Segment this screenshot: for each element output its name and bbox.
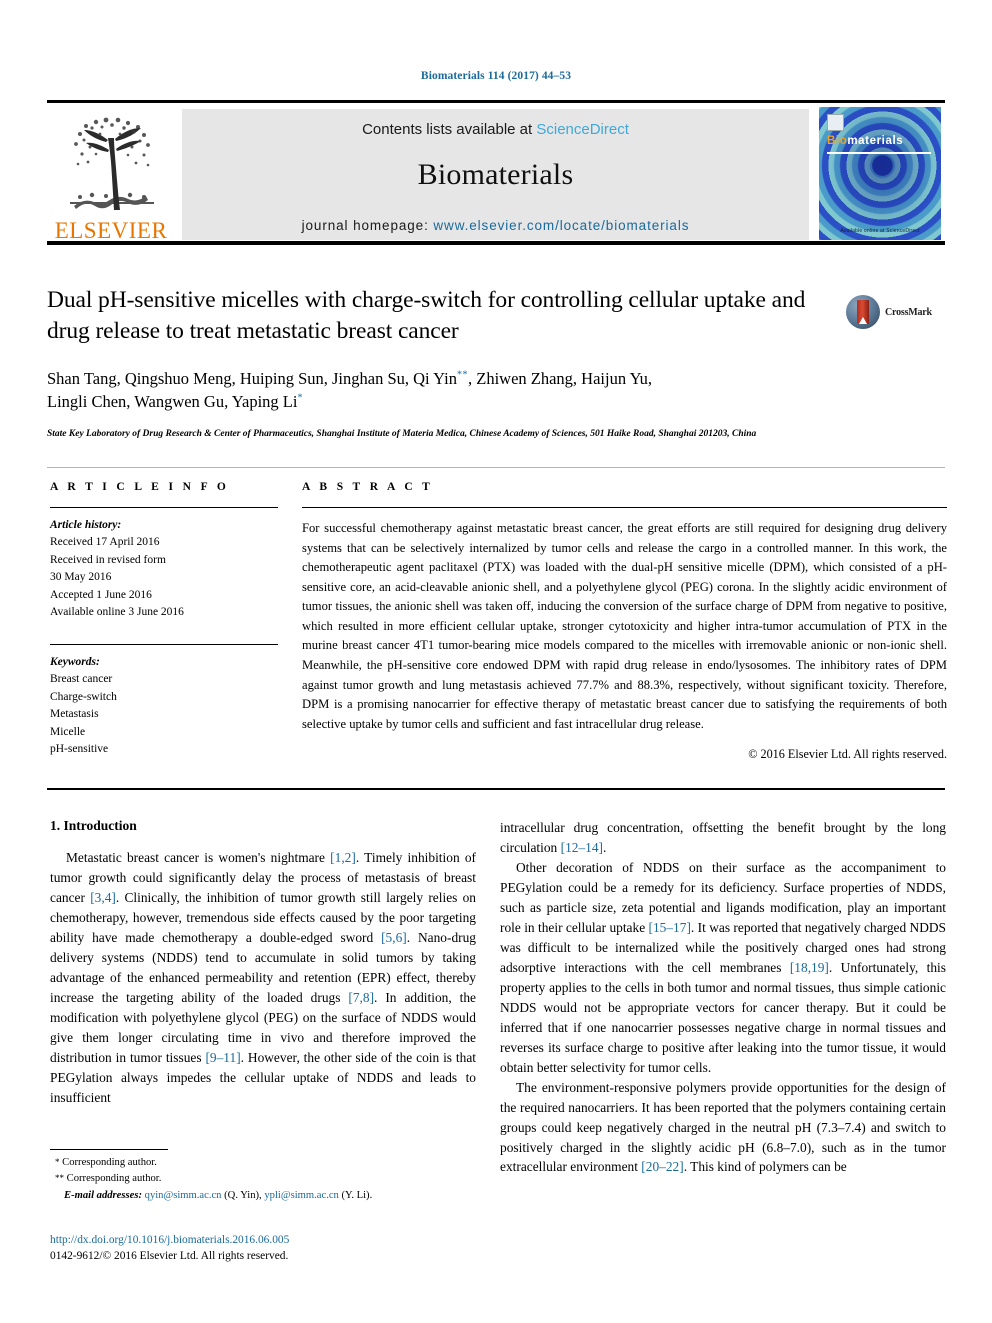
email-label: E-mail addresses: [64, 1189, 142, 1201]
elsevier-wordmark: ELSEVIER [54, 218, 168, 243]
footnote-block: * Corresponding author. ** Corresponding… [50, 1155, 476, 1204]
corresponding-text-1: Corresponding author. [62, 1157, 157, 1168]
doi-block: http://dx.doi.org/10.1016/j.biomaterials… [50, 1232, 476, 1264]
sciencedirect-link[interactable]: ScienceDirect [536, 121, 629, 138]
citation-ref[interactable]: [20–22] [641, 1159, 683, 1174]
article-info-rule [50, 507, 278, 508]
article-info-heading: A R T I C L E I N F O [50, 481, 230, 493]
keyword-0: Breast cancer [50, 673, 113, 686]
authors-line-1: Shan Tang, Qingshuo Meng, Huiping Sun, J… [47, 368, 457, 388]
intro-paragraph-right-3: The environment-responsive polymers prov… [500, 1079, 946, 1175]
history-item-1: Received in revised form [50, 553, 166, 566]
keywords-group: Keywords: Breast cancer Charge-switch Me… [50, 654, 278, 759]
email-owner-2: (Y. Li). [341, 1189, 373, 1201]
corresponding-mark-1: * [55, 1157, 60, 1167]
email-link-2[interactable]: ypli@simm.ac.cn [264, 1190, 338, 1201]
elsevier-tree-icon [56, 114, 166, 218]
journal-homepage-line: journal homepage: www.elsevier.com/locat… [302, 218, 690, 233]
intro-paragraph-right-2: Other decoration of NDDS on their surfac… [500, 859, 946, 1075]
authors-line-2: Lingli Chen, Wangwen Gu, Yaping Li [47, 391, 298, 411]
citation-ref[interactable]: [12–14] [561, 840, 603, 855]
keyword-3: Micelle [50, 725, 86, 738]
citation-ref[interactable]: [7,8] [348, 990, 374, 1005]
article-page: Biomaterials 114 (2017) 44–53 ELSEVIER C… [0, 0, 992, 1323]
author-affil-mark-1[interactable]: * [297, 392, 303, 403]
title-block: Dual pH-sensitive micelles with charge-s… [47, 285, 827, 442]
elsevier-logo: ELSEVIER [47, 106, 175, 242]
citation-ref[interactable]: [9–11] [205, 1050, 240, 1065]
journal-cover-thumbnail: Biomaterials Available online at Science… [819, 107, 941, 240]
email-link-1[interactable]: qyin@simm.ac.cn [145, 1190, 222, 1201]
abstract-text: For successful chemotherapy against meta… [302, 521, 947, 731]
history-item-0: Received 17 April 2016 [50, 536, 160, 549]
citation-ref[interactable]: [1,2] [330, 850, 356, 865]
article-history-label: Article history: [50, 519, 122, 531]
corresponding-author-1: * Corresponding author. [50, 1155, 476, 1171]
contents-prefix: Contents lists available at [362, 121, 537, 138]
authors-line-1b: , Zhiwen Zhang, Haijun Yu, [468, 368, 653, 388]
email-addresses-line: E-mail addresses: qyin@simm.ac.cn (Q. Yi… [50, 1188, 476, 1204]
keyword-2: Metastasis [50, 708, 99, 721]
keyword-4: pH-sensitive [50, 743, 109, 756]
crossmark-badge[interactable]: CrossMark [846, 291, 946, 333]
society-logo-icon [827, 114, 844, 131]
contents-line: Contents lists available at ScienceDirec… [362, 121, 629, 138]
author-affil-mark-2[interactable]: ** [457, 369, 468, 380]
history-item-2: 30 May 2016 [50, 571, 112, 584]
history-item-4: Available online 3 June 2016 [50, 606, 184, 619]
citation-ref[interactable]: [15–17] [649, 920, 691, 935]
citation-ref[interactable]: [3,4] [90, 890, 116, 905]
author-list: Shan Tang, Qingshuo Meng, Huiping Sun, J… [47, 367, 827, 414]
body-column-left: 1. Introduction Metastatic breast cancer… [50, 818, 476, 1108]
citation-ref[interactable]: [5,6] [381, 930, 407, 945]
journal-masthead: ELSEVIER Contents lists available at Sci… [47, 103, 945, 243]
corresponding-text-2: Corresponding author. [66, 1173, 162, 1185]
keywords-label: Keywords: [50, 655, 100, 668]
cover-title-materials: materials [847, 135, 904, 147]
history-item-3: Accepted 1 June 2016 [50, 588, 152, 601]
intro-paragraph-right-1: intracellular drug concentration, offset… [500, 820, 946, 855]
journal-homepage-link[interactable]: www.elsevier.com/locate/biomaterials [433, 218, 689, 233]
info-section-top-rule [47, 467, 945, 468]
running-head: Biomaterials 114 (2017) 44–53 [420, 70, 572, 82]
article-info-column: A R T I C L E I N F O Article history: R… [50, 481, 278, 759]
cover-title: Biomaterials [827, 135, 903, 147]
affiliation: State Key Laboratory of Drug Research & … [47, 429, 757, 440]
abstract-column: A B S T R A C T For successful chemother… [302, 481, 947, 762]
journal-name: Biomaterials [417, 158, 574, 191]
body-column-right: intracellular drug concentration, offset… [500, 818, 946, 1177]
journal-band: Contents lists available at ScienceDirec… [182, 109, 809, 240]
cover-footer-text: Available online at ScienceDirect [840, 228, 920, 234]
crossmark-icon [846, 295, 880, 329]
abstract-section-bottom-rule [47, 788, 945, 790]
abstract-rule [302, 507, 947, 508]
cover-title-underline [827, 152, 931, 154]
corresponding-author-2: ** Corresponding author. [50, 1171, 476, 1187]
keyword-1: Charge-switch [50, 690, 117, 703]
crossmark-book-icon [857, 300, 869, 324]
email-owner-1: (Q. Yin), [224, 1189, 262, 1201]
keywords-rule [50, 643, 278, 645]
corresponding-mark-2: ** [55, 1173, 64, 1184]
abstract-copyright: © 2016 Elsevier Ltd. All rights reserved… [748, 746, 947, 761]
footnote-rule [50, 1149, 168, 1150]
cover-title-bio: Bio [827, 135, 848, 147]
page-title: Dual pH-sensitive micelles with charge-s… [47, 287, 806, 345]
article-history-group: Article history: Received 17 April 2016 … [50, 517, 278, 622]
abstract-heading: A B S T R A C T [302, 481, 434, 493]
intro-paragraph-left-1: Metastatic breast cancer is women's nigh… [50, 850, 476, 1105]
homepage-prefix: journal homepage: [301, 218, 434, 233]
citation-ref[interactable]: [18,19] [790, 960, 829, 975]
introduction-heading: 1. Introduction [50, 818, 137, 833]
crossmark-label: CrossMark [885, 306, 932, 318]
issn-copyright-line: 0142-9612/© 2016 Elsevier Ltd. All right… [50, 1250, 289, 1263]
doi-link[interactable]: http://dx.doi.org/10.1016/j.biomaterials… [50, 1232, 476, 1248]
